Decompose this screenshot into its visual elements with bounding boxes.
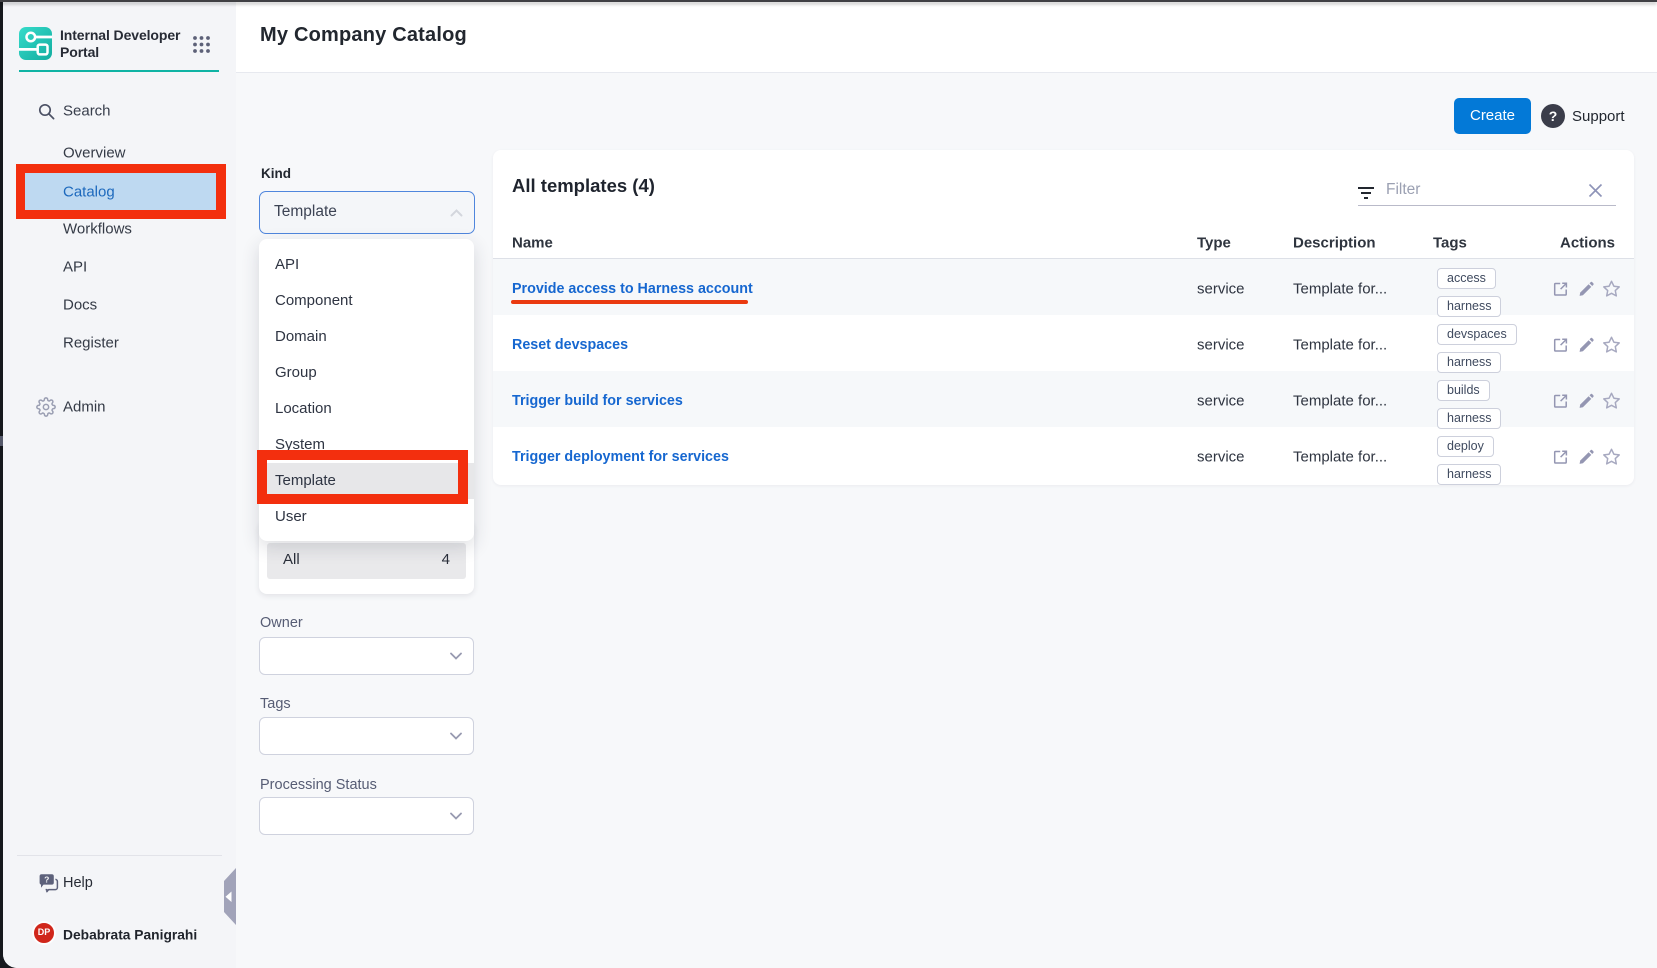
svg-text:?: ? bbox=[44, 875, 49, 885]
